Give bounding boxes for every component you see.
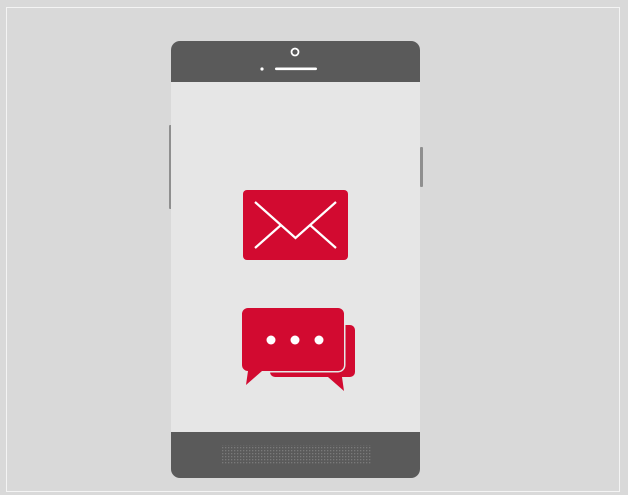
chat-bubbles-icon[interactable]	[240, 306, 355, 391]
sensor-dot-icon	[260, 67, 264, 71]
front-camera-icon	[290, 47, 300, 57]
earpiece-speaker	[275, 67, 317, 71]
email-envelope-icon[interactable]	[243, 190, 348, 260]
phone-device	[171, 41, 420, 478]
phone-top-bezel	[171, 41, 420, 82]
speaker-grill	[221, 445, 371, 465]
phone-bottom-bezel	[171, 432, 420, 478]
phone-screen	[171, 82, 420, 432]
power-button	[420, 147, 423, 187]
